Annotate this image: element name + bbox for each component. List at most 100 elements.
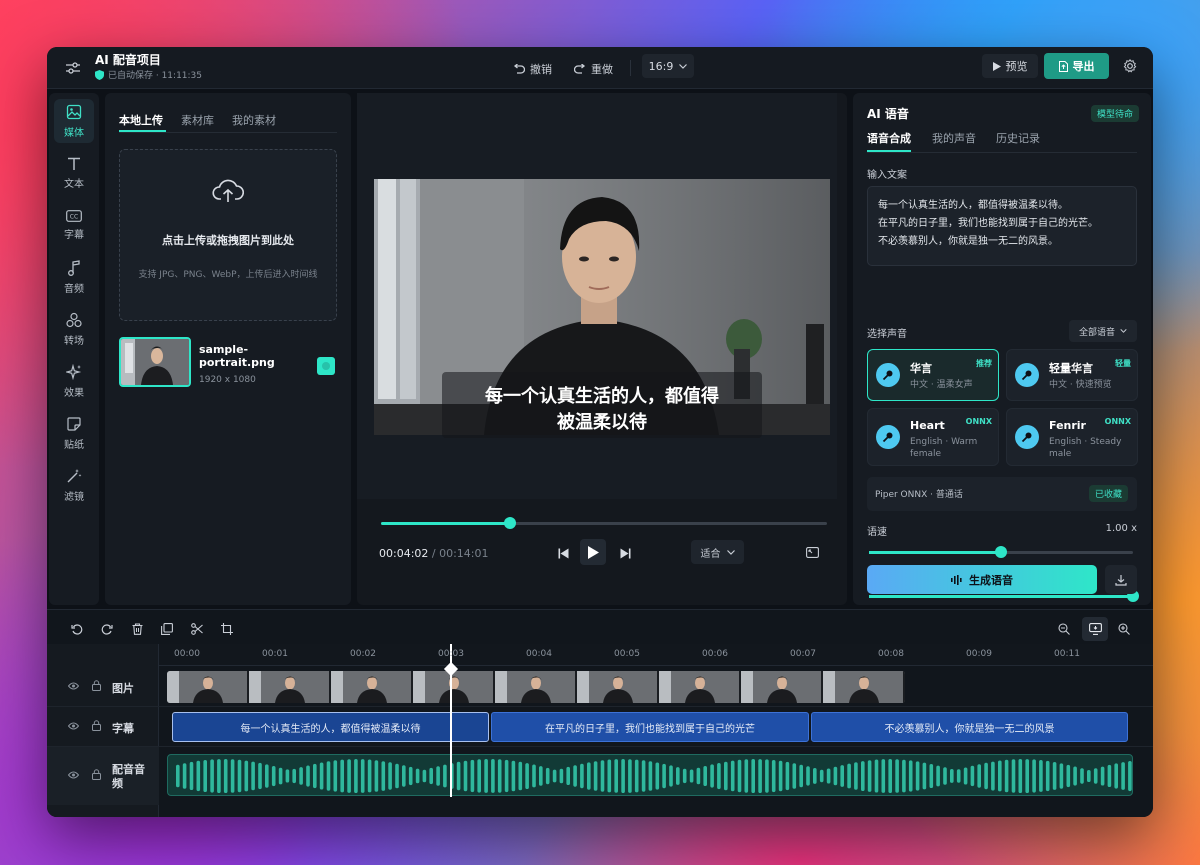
sidebar-item-filters[interactable]: 滤镜 bbox=[54, 463, 94, 507]
fullscreen-icon[interactable] bbox=[805, 545, 819, 559]
waveform-bar bbox=[751, 759, 755, 793]
eye-icon[interactable] bbox=[68, 682, 79, 690]
play-button[interactable] bbox=[580, 539, 606, 565]
eye-icon[interactable] bbox=[68, 722, 79, 730]
preview-button[interactable]: 预览 bbox=[982, 54, 1038, 78]
voice-card-lite-huayan[interactable]: 轻量华言 中文 · 快速预览 轻量 bbox=[1006, 349, 1138, 401]
waveform-bar bbox=[915, 761, 920, 791]
ruler-tick-label: 00:03 bbox=[438, 649, 464, 659]
redo-button[interactable]: 重做 bbox=[574, 58, 613, 80]
file-add-button[interactable] bbox=[317, 357, 335, 375]
favorite-badge[interactable]: 已收藏 bbox=[1089, 485, 1129, 502]
tab-local-upload[interactable]: 本地上传 bbox=[119, 112, 163, 128]
duplicate-icon[interactable] bbox=[157, 619, 177, 639]
waveform-bar bbox=[895, 759, 899, 793]
sidebar-item-text[interactable]: 文本 bbox=[54, 151, 94, 195]
scissors-icon[interactable] bbox=[187, 619, 207, 639]
tab-my-voices[interactable]: 我的声音 bbox=[932, 130, 976, 146]
script-textarea[interactable]: 每一个认真生活的人，都值得被温柔以待。 在平凡的日子里，我们也能找到属于自己的光… bbox=[867, 186, 1137, 266]
waveform-bar bbox=[662, 763, 666, 789]
settings-sliders-icon[interactable] bbox=[65, 60, 81, 76]
voice-name: Heart bbox=[910, 419, 945, 432]
snap-toggle-button[interactable] bbox=[1082, 617, 1108, 641]
sidebar-item-subtitle[interactable]: CC 字幕 bbox=[54, 203, 94, 247]
subtitle-clip[interactable]: 不必羡慕别人，你就是独一无二的风景 bbox=[811, 712, 1128, 742]
waveform-bar bbox=[943, 767, 947, 785]
undo-icon[interactable] bbox=[67, 619, 87, 639]
image-clip[interactable] bbox=[167, 671, 905, 703]
sidebar-item-transition[interactable]: 转场 bbox=[54, 307, 94, 351]
export-button[interactable]: 导出 bbox=[1044, 53, 1109, 79]
generate-voice-button[interactable]: 生成语音 bbox=[867, 565, 1097, 594]
subtitle-clip[interactable]: 每一个认真生活的人，都值得被温柔以待 bbox=[172, 712, 489, 742]
redo-icon[interactable] bbox=[97, 619, 117, 639]
input-label: 输入文案 bbox=[867, 170, 907, 181]
sidebar-item-effects[interactable]: 效果 bbox=[54, 359, 94, 403]
file-thumbnail[interactable] bbox=[119, 337, 191, 387]
gear-icon[interactable] bbox=[1122, 58, 1138, 74]
upload-title: 点击上传或拖拽图片到此处 bbox=[162, 234, 294, 247]
waveform-bar bbox=[641, 760, 646, 792]
waveform-bar bbox=[1087, 770, 1091, 782]
download-button[interactable] bbox=[1105, 565, 1137, 594]
engine-row[interactable]: Piper ONNX · 普通话 已收藏 bbox=[867, 477, 1137, 511]
voice-filter-select[interactable]: 全部语音 bbox=[1069, 320, 1137, 342]
undo-button[interactable]: 撤销 bbox=[513, 58, 552, 80]
eye-icon[interactable] bbox=[68, 771, 79, 779]
lock-icon[interactable] bbox=[92, 680, 101, 691]
image-frame bbox=[167, 671, 249, 703]
waveform-bar bbox=[984, 762, 988, 790]
subtitle-clip[interactable]: 在平凡的日子里，我们也能找到属于自己的光芒 bbox=[491, 712, 809, 742]
zoom-in-icon[interactable] bbox=[1114, 619, 1134, 639]
waveform-bar bbox=[456, 761, 461, 791]
fit-select[interactable]: 适合 bbox=[691, 540, 744, 564]
microphone-icon bbox=[1015, 363, 1039, 387]
cc-icon: CC bbox=[66, 209, 82, 222]
crop-icon[interactable] bbox=[217, 619, 237, 639]
waveform-bar bbox=[182, 763, 187, 789]
volume-slider[interactable] bbox=[869, 590, 1139, 602]
speed-slider[interactable] bbox=[869, 546, 1133, 558]
waveform-bar bbox=[963, 767, 968, 785]
transition-icon bbox=[66, 312, 82, 328]
waveform-bar bbox=[237, 759, 242, 793]
sidebar-item-stickers[interactable]: 贴纸 bbox=[54, 411, 94, 455]
waveform-bar bbox=[217, 759, 221, 793]
voice-card-fenrir[interactable]: Fenrir English · Steady male ONNX bbox=[1006, 408, 1138, 466]
skip-back-icon[interactable] bbox=[556, 546, 570, 560]
tab-speech-synthesis[interactable]: 语音合成 bbox=[867, 130, 911, 146]
save-status: 已自动保存 · 11:11:35 bbox=[95, 68, 202, 81]
tab-my-assets[interactable]: 我的素材 bbox=[232, 112, 276, 128]
playback-progress[interactable] bbox=[381, 517, 827, 529]
upload-dropzone[interactable]: 点击上传或拖拽图片到此处 支持 JPG、PNG、WebP，上传后进入时间线 bbox=[119, 149, 337, 321]
chevron-down-icon bbox=[679, 63, 688, 69]
microphone-icon bbox=[876, 363, 900, 387]
tab-history[interactable]: 历史记录 bbox=[996, 130, 1040, 146]
trash-icon[interactable] bbox=[127, 619, 147, 639]
speed-knob[interactable] bbox=[995, 546, 1007, 558]
sidebar-item-media[interactable]: 媒体 bbox=[54, 99, 94, 143]
sidebar-item-label: 文本 bbox=[64, 178, 84, 190]
lock-icon[interactable] bbox=[92, 769, 101, 780]
skip-forward-icon[interactable] bbox=[618, 546, 632, 560]
undo-label: 撤销 bbox=[530, 63, 552, 76]
model-status-badge: 模型待命 bbox=[1091, 105, 1140, 122]
voice-audio-clip[interactable] bbox=[167, 754, 1133, 796]
voice-card-heart[interactable]: Heart English · Warm female ONNX bbox=[867, 408, 999, 466]
waveform-bar bbox=[319, 762, 324, 790]
aspect-ratio-select[interactable]: 16:9 bbox=[642, 54, 694, 78]
zoom-out-icon[interactable] bbox=[1054, 619, 1074, 639]
progress-knob[interactable] bbox=[504, 517, 517, 529]
subtitle-overlay[interactable]: 每一个认真生活的人，都值得 被温柔以待 bbox=[442, 372, 762, 438]
waveform-bar bbox=[792, 763, 797, 789]
voice-card-huayan[interactable]: 华言 中文 · 温柔女声 推荐 bbox=[867, 349, 999, 401]
sidebar-item-audio[interactable]: 音频 bbox=[54, 255, 94, 299]
sticker-icon bbox=[66, 416, 82, 432]
waveform-bar bbox=[867, 760, 872, 792]
tab-library[interactable]: 素材库 bbox=[181, 112, 214, 128]
microphone-icon bbox=[876, 425, 900, 449]
download-icon bbox=[1115, 574, 1127, 586]
lock-icon[interactable] bbox=[92, 720, 101, 731]
media-panel: 本地上传 素材库 我的素材 点击上传或拖拽图片到此处 支持 JPG、PNG、We… bbox=[105, 93, 351, 605]
subtitle-line-2: 被温柔以待 bbox=[557, 412, 647, 433]
